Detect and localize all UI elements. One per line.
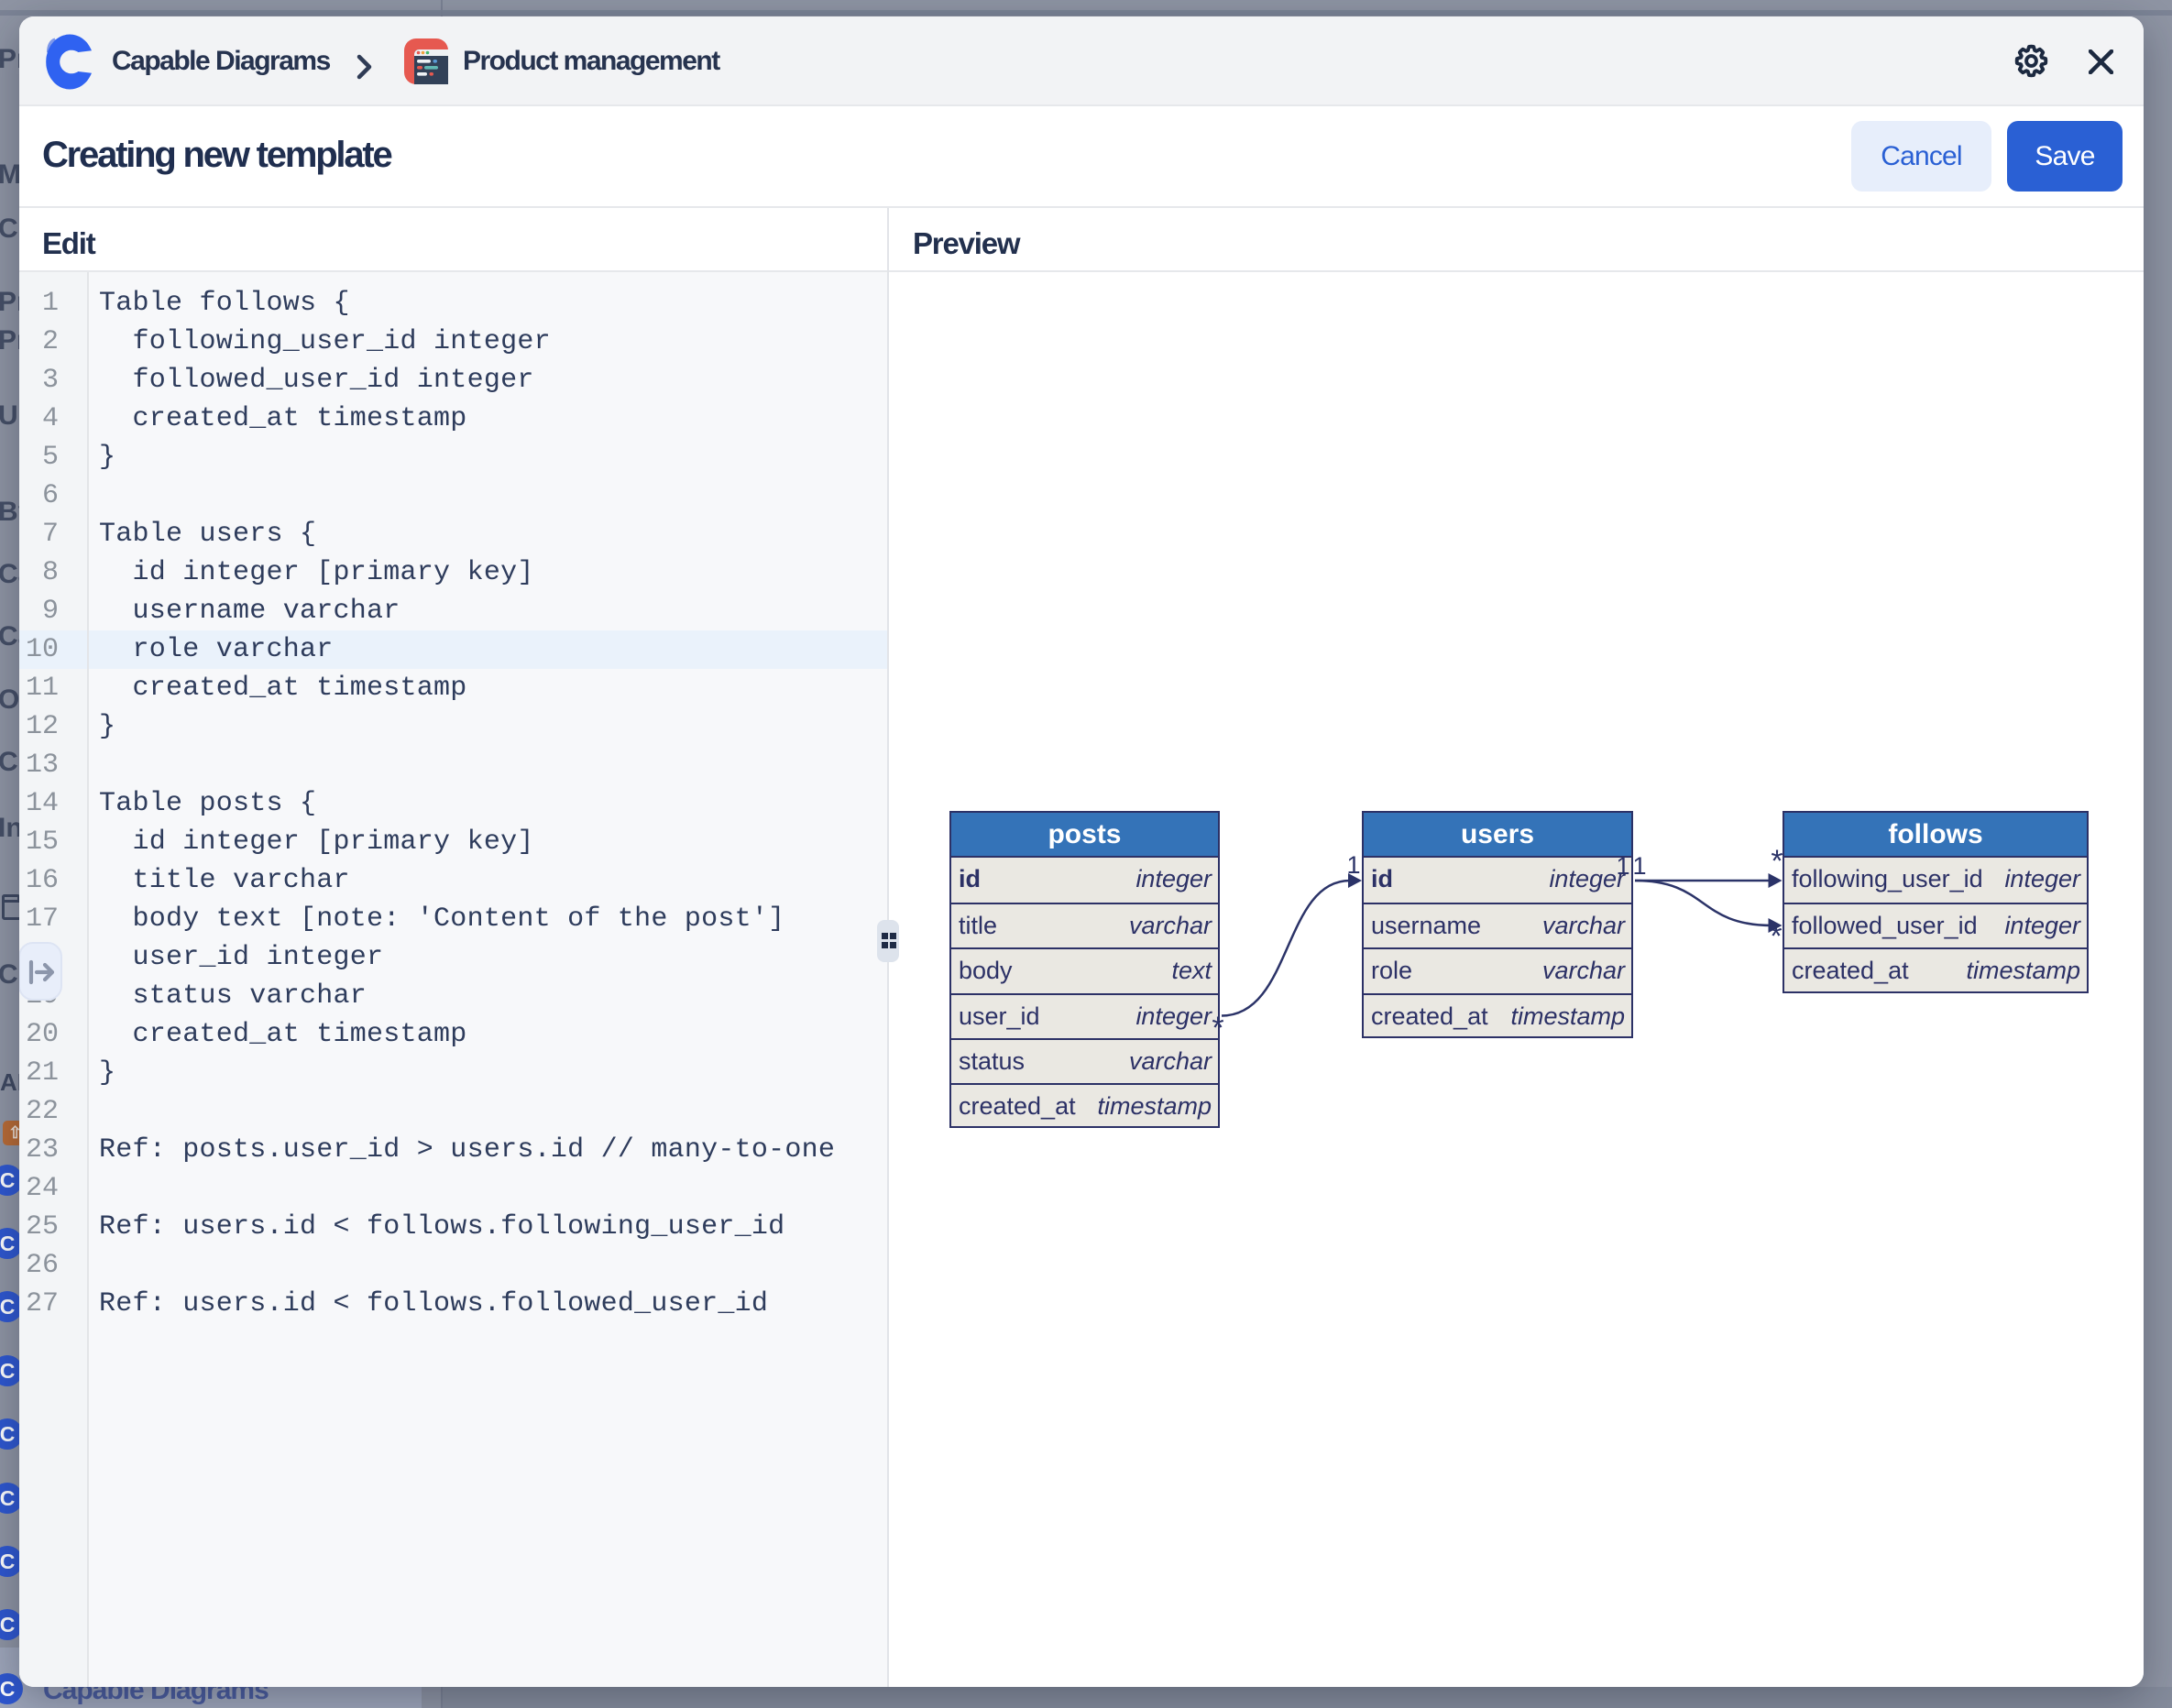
svg-text:*: *	[1771, 844, 1783, 879]
svg-text:1: 1	[1632, 852, 1646, 880]
svg-text:*: *	[1770, 919, 1782, 954]
svg-text:1: 1	[1616, 852, 1629, 880]
svg-text:*: *	[1212, 1011, 1223, 1046]
svg-text:1: 1	[1346, 851, 1360, 879]
